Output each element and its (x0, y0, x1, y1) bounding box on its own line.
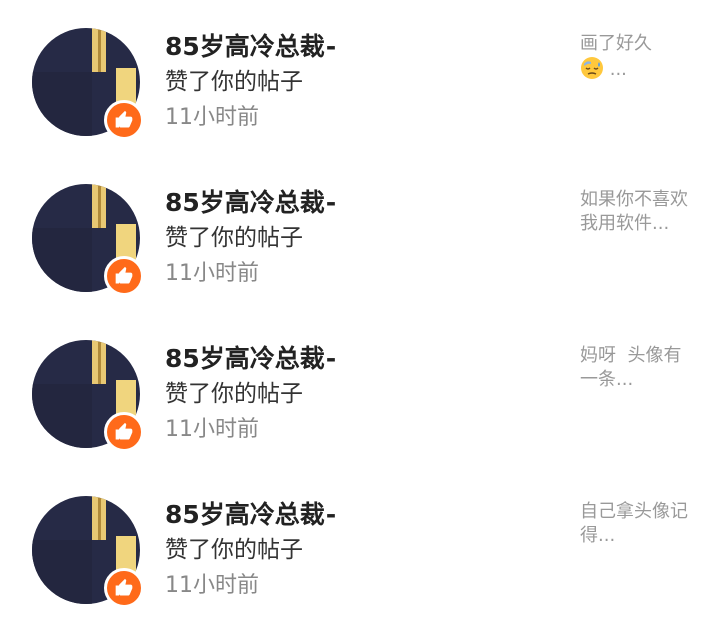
snippet-ellipsis: ... (604, 59, 627, 80)
timestamp: 11小时前 (165, 417, 259, 442)
action-text: 赞了你的帖子 (165, 381, 303, 407)
user-name[interactable]: 85岁高冷总裁⁃ (165, 186, 337, 220)
notification-item[interactable]: 85岁高冷总裁⁃ 赞了你的帖子 11小时前 如果你不喜欢我用软件... (0, 156, 720, 312)
thumbs-up-icon (104, 256, 144, 296)
user-name[interactable]: 85岁高冷总裁⁃ (165, 498, 337, 532)
notification-texts: 85岁高冷总裁⁃ 赞了你的帖子 11小时前 (165, 186, 337, 290)
avatar-shade (32, 384, 92, 448)
notification-texts: 85岁高冷总裁⁃ 赞了你的帖子 11小时前 (165, 498, 337, 602)
avatar-container[interactable] (32, 340, 144, 452)
thumbs-up-icon (104, 568, 144, 608)
avatar-container[interactable] (32, 496, 144, 608)
snippet-text: 如果你不喜欢我用软件... (580, 189, 688, 234)
avatar-stripe-line (98, 184, 101, 228)
notification-item[interactable]: 85岁高冷总裁⁃ 赞了你的帖子 11小时前 自己拿头像记得... (0, 468, 720, 624)
sweat-face-icon (580, 56, 604, 80)
avatar-shade (32, 72, 92, 136)
action-text: 赞了你的帖子 (165, 225, 303, 251)
avatar-container[interactable] (32, 28, 144, 140)
timestamp: 11小时前 (165, 105, 259, 130)
snippet-text: 妈呀 头像有一条... (580, 345, 682, 390)
timestamp: 11小时前 (165, 261, 259, 286)
action-text: 赞了你的帖子 (165, 537, 303, 563)
avatar-container[interactable] (32, 184, 144, 296)
timestamp: 11小时前 (165, 573, 259, 598)
snippet-text: 画了好久 (580, 33, 652, 54)
avatar-stripe-line (98, 496, 101, 540)
post-snippet[interactable]: 自己拿头像记得... (580, 500, 690, 548)
thumbs-up-icon (104, 100, 144, 140)
post-snippet[interactable]: 妈呀 头像有一条... (580, 344, 690, 392)
thumbs-up-icon (104, 412, 144, 452)
notification-list: 85岁高冷总裁⁃ 赞了你的帖子 11小时前 画了好久 ... 85岁高冷总裁⁃ … (0, 0, 720, 624)
avatar-stripe-line (98, 340, 101, 384)
avatar-stripe-line (98, 28, 101, 72)
user-name[interactable]: 85岁高冷总裁⁃ (165, 342, 337, 376)
notification-item[interactable]: 85岁高冷总裁⁃ 赞了你的帖子 11小时前 妈呀 头像有一条... (0, 312, 720, 468)
notification-texts: 85岁高冷总裁⁃ 赞了你的帖子 11小时前 (165, 30, 337, 134)
user-name[interactable]: 85岁高冷总裁⁃ (165, 30, 337, 64)
action-text: 赞了你的帖子 (165, 69, 303, 95)
post-snippet[interactable]: 画了好久 ... (580, 32, 690, 82)
notification-item[interactable]: 85岁高冷总裁⁃ 赞了你的帖子 11小时前 画了好久 ... (0, 0, 720, 156)
avatar-shade (32, 540, 92, 604)
avatar-shade (32, 228, 92, 292)
notification-texts: 85岁高冷总裁⁃ 赞了你的帖子 11小时前 (165, 342, 337, 446)
post-snippet[interactable]: 如果你不喜欢我用软件... (580, 188, 690, 236)
snippet-text: 自己拿头像记得... (580, 501, 688, 546)
